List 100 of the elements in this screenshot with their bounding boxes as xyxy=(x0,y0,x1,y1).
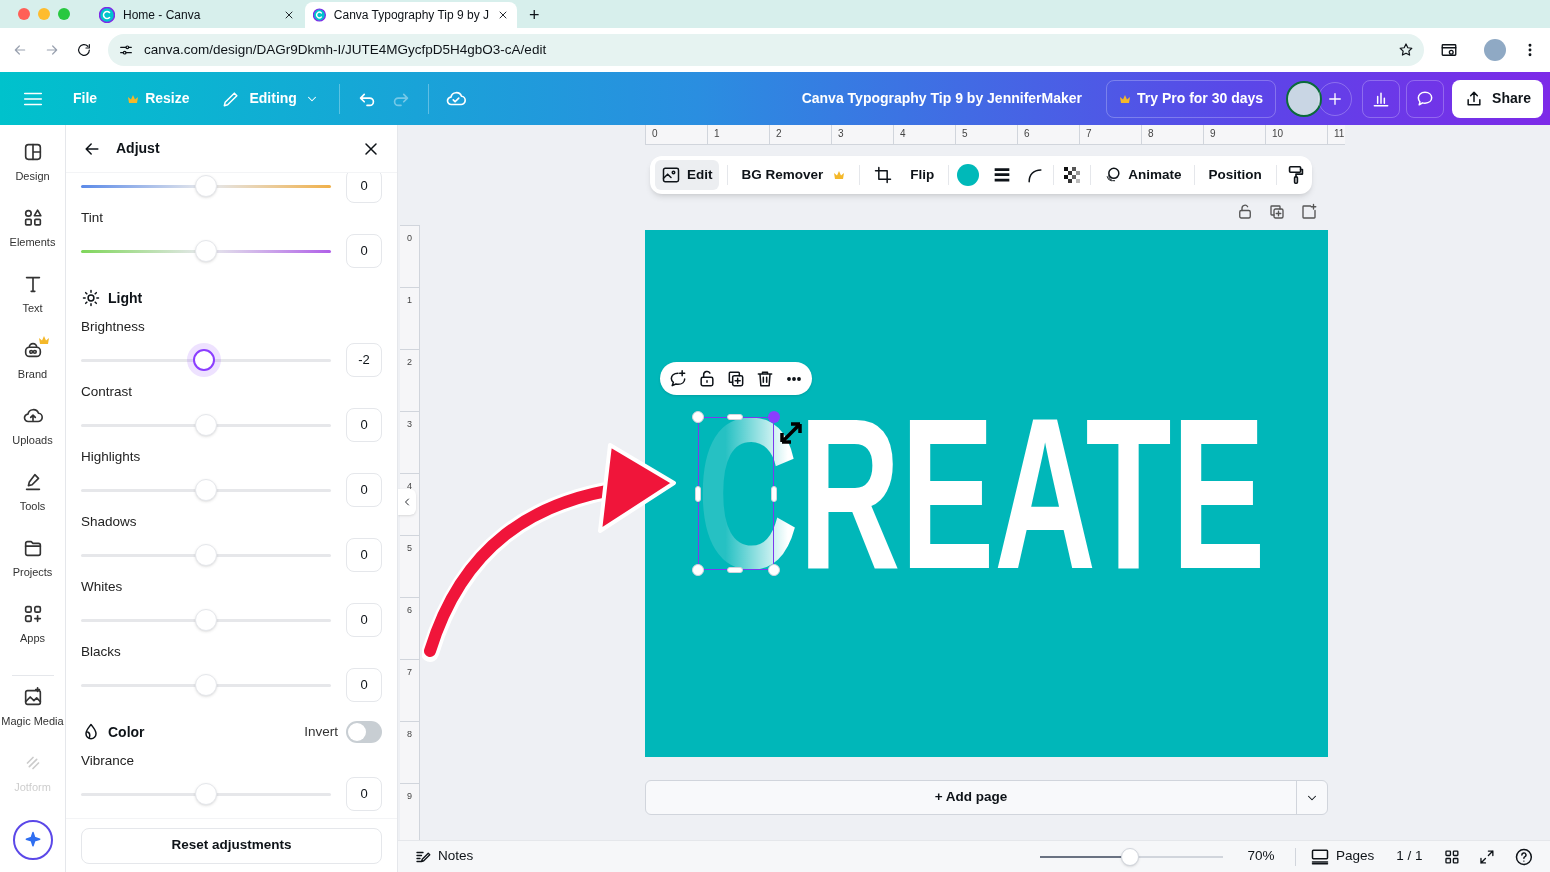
unlock-icon[interactable] xyxy=(1236,203,1254,221)
toggle-label: Invert xyxy=(304,722,338,741)
tab-title: Home - Canva xyxy=(123,7,201,24)
transparency-icon[interactable] xyxy=(1062,165,1083,185)
ruler-mark: 2 xyxy=(769,125,831,144)
ruler-mark: 5 xyxy=(955,125,1017,144)
edit-image-button[interactable]: Edit xyxy=(655,160,719,190)
image-edit-icon xyxy=(661,165,681,185)
unlock-icon[interactable] xyxy=(697,368,717,389)
ruler-mark: 0 xyxy=(645,125,707,144)
bg-remover-button[interactable]: BG Remover xyxy=(735,160,852,190)
close-window-button[interactable] xyxy=(18,8,30,20)
crown-icon xyxy=(37,335,50,345)
close-icon[interactable] xyxy=(497,9,509,21)
page-count: 1 / 1 xyxy=(1396,847,1423,866)
fullscreen-icon[interactable] xyxy=(1478,847,1497,866)
share-button[interactable]: Share xyxy=(1452,79,1543,118)
section-heading: Color xyxy=(108,722,145,742)
flip-button[interactable]: Flip xyxy=(904,160,941,190)
zoom-percentage[interactable]: 70% xyxy=(1247,846,1282,867)
add-comment-icon[interactable] xyxy=(668,368,688,389)
invert-toggle[interactable] xyxy=(346,721,382,743)
add-page-icon[interactable] xyxy=(1300,203,1318,221)
app-logo-icon xyxy=(313,7,326,23)
ruler-mark: 1 xyxy=(707,125,769,144)
section-heading: Light xyxy=(108,288,143,308)
slider-label: Vibrance xyxy=(81,752,136,770)
tab-title: Canva Typography Tip 9 by J xyxy=(333,7,489,24)
adjust-slider[interactable] xyxy=(81,478,331,502)
value-field[interactable]: 0 xyxy=(346,473,382,507)
rail-item[interactable]: Projects xyxy=(0,537,66,603)
duplicate-icon[interactable] xyxy=(1268,203,1286,221)
back-icon[interactable] xyxy=(12,42,28,58)
profile-avatar[interactable] xyxy=(1484,39,1506,61)
ruler-mark: 6 xyxy=(400,597,419,659)
browser-tab[interactable]: Canva Typography Tip 9 by J xyxy=(305,2,517,28)
sun-icon xyxy=(81,288,101,308)
rail-item[interactable]: Apps xyxy=(0,603,66,669)
app-logo-icon xyxy=(99,7,115,23)
insights-button[interactable] xyxy=(1362,79,1401,118)
browser-tab[interactable]: Home - Canva xyxy=(91,2,303,28)
try-pro-button[interactable]: Try Pro for 30 days xyxy=(1106,79,1277,118)
rail-item[interactable]: Design xyxy=(0,141,66,207)
ruler-mark: 7 xyxy=(1079,125,1141,144)
value-field[interactable]: 0 xyxy=(346,538,382,572)
value-field[interactable]: 0 xyxy=(346,408,382,442)
zoom-slider[interactable] xyxy=(1040,846,1224,867)
zoom-slider-thumb[interactable] xyxy=(1121,847,1139,866)
value-field[interactable]: 0 xyxy=(346,668,382,702)
rail-item[interactable]: Elements xyxy=(0,207,66,273)
magic-assistant-button[interactable] xyxy=(12,820,53,860)
rail-item[interactable]: Tools xyxy=(0,471,66,537)
forward-icon[interactable] xyxy=(44,42,60,58)
adjust-slider[interactable] xyxy=(81,239,331,263)
color-swatch[interactable] xyxy=(957,164,980,186)
adjust-slider[interactable] xyxy=(81,608,331,632)
value-field[interactable]: -2 xyxy=(346,343,382,377)
ruler-mark: 7 xyxy=(400,659,419,721)
adjust-slider[interactable] xyxy=(81,543,331,567)
rail-item[interactable]: Text xyxy=(0,273,66,339)
star-icon[interactable] xyxy=(1398,42,1414,58)
slider-label: Highlights xyxy=(81,448,142,466)
adjust-slider[interactable] xyxy=(81,413,331,437)
value-field[interactable]: 0 xyxy=(346,603,382,637)
animate-button[interactable]: Animate xyxy=(1099,160,1186,190)
new-tab-button[interactable]: + xyxy=(529,6,540,24)
value-field[interactable]: 0 xyxy=(346,777,382,811)
rail-item[interactable]: Magic Media xyxy=(0,686,66,752)
crown-icon xyxy=(1119,93,1131,104)
crown-icon xyxy=(833,170,846,180)
value-field[interactable]: 0 xyxy=(346,234,382,268)
adjust-slider[interactable] xyxy=(81,782,331,806)
pages-button[interactable]: Pages xyxy=(1310,846,1375,867)
rail-item[interactable]: Uploads xyxy=(0,405,66,471)
reload-icon[interactable] xyxy=(76,42,92,58)
ruler-mark: 3 xyxy=(400,411,419,473)
position-button[interactable]: Position xyxy=(1202,160,1268,190)
grid-view-icon[interactable] xyxy=(1442,847,1461,866)
address-bar[interactable]: canva.com/design/DAGr9Dkmh-I/JUTE4MGycfpD5H4gbO3-cA/edit xyxy=(108,34,1424,66)
adjust-slider[interactable] xyxy=(81,673,331,697)
site-settings-icon[interactable] xyxy=(118,42,134,58)
notes-button[interactable]: Notes xyxy=(414,846,474,867)
slider-label: Shadows xyxy=(81,513,138,531)
panel-title: Adjust xyxy=(116,139,160,158)
document-title[interactable]: Canva Typography Tip 9 by JenniferMaker xyxy=(801,88,1082,109)
ruler-mark: 1 xyxy=(400,287,419,349)
close-icon[interactable] xyxy=(283,9,295,21)
slider-label: Blacks xyxy=(81,643,122,661)
reset-adjustments-button[interactable]: Reset adjustments xyxy=(81,827,382,864)
ruler-mark: 9 xyxy=(1203,125,1265,144)
adjust-slider[interactable] xyxy=(81,348,331,372)
slider-thumb[interactable] xyxy=(192,349,215,371)
rail-item[interactable]: Brand xyxy=(0,339,66,405)
search-tabs-icon[interactable] xyxy=(1440,41,1458,59)
adjust-slider[interactable] xyxy=(81,174,331,198)
collapse-panel-button[interactable] xyxy=(398,489,416,515)
comments-button[interactable] xyxy=(1406,79,1445,118)
slider-label: Whites xyxy=(81,578,124,596)
user-avatar[interactable] xyxy=(1286,80,1323,117)
help-icon[interactable] xyxy=(1514,846,1534,867)
